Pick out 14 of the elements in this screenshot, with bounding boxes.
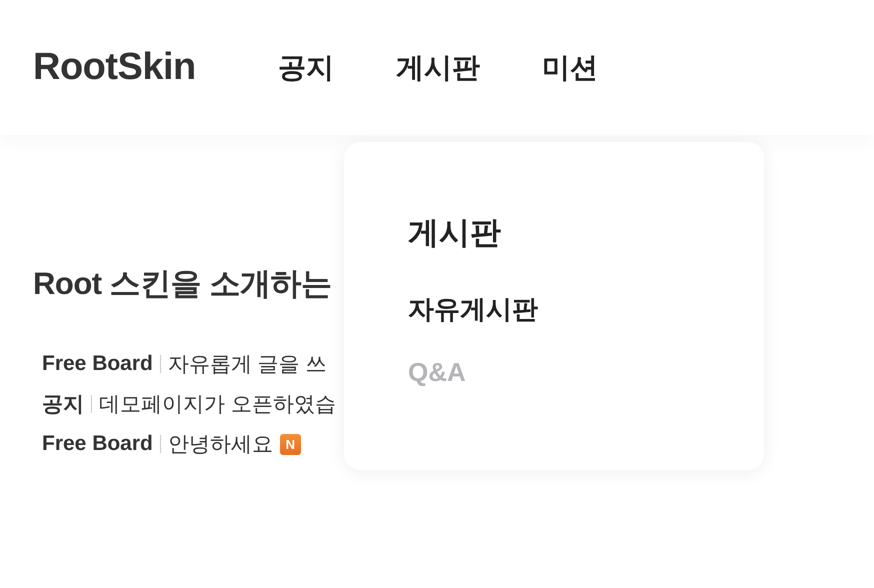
section-title: Root 스킨을 소개하는 xyxy=(33,265,332,303)
menu-item[interactable]: 자유게시판 xyxy=(408,292,538,327)
board-name[interactable]: Free Board xyxy=(42,432,153,456)
nav-link[interactable]: 게시판 xyxy=(396,48,480,86)
menu-heading: 게시판 xyxy=(408,214,502,252)
nav-link[interactable]: 미션 xyxy=(542,48,598,86)
board-name[interactable]: Free Board xyxy=(42,352,153,376)
board-name[interactable]: 공지 xyxy=(42,390,84,418)
nav-link[interactable]: 공지 xyxy=(278,48,334,86)
new-badge: N xyxy=(280,434,301,454)
site-logo[interactable]: RootSkin xyxy=(33,46,196,89)
post-title[interactable]: 안녕하세요 xyxy=(168,430,273,458)
post-title[interactable]: 자유롭게 글을 쓰 xyxy=(168,350,327,378)
post-title[interactable]: 데모페이지가 오픈하였습 xyxy=(99,390,336,418)
